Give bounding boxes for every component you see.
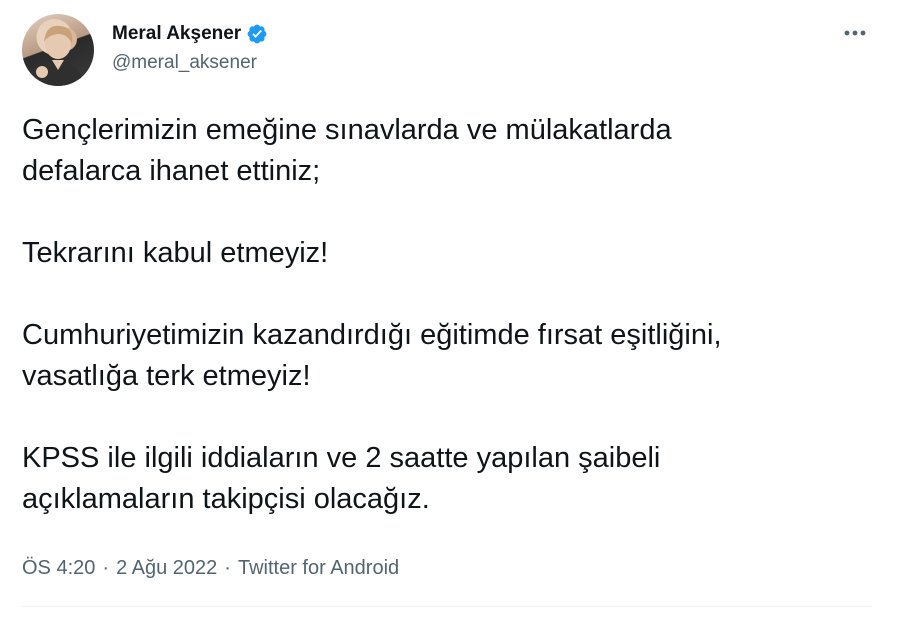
tweet-paragraph: Tekrarını kabul etmeyiz!	[22, 237, 329, 269]
tweet-metadata: ÖS 4:20 · 2 Ağu 2022 · Twitter for Andro…	[22, 557, 399, 580]
tweet-time[interactable]: ÖS 4:20	[22, 557, 95, 580]
more-horizontal-icon[interactable]	[838, 22, 872, 44]
author-display-name[interactable]: Meral Akşener	[112, 23, 241, 45]
tweet-text: Gençlerimizin emeğine sınavlarda ve müla…	[22, 110, 882, 520]
tweet-paragraph: Gençlerimizin emeğine sınavlarda ve müla…	[22, 114, 672, 187]
separator-dot: ·	[102, 557, 110, 579]
author-name-row: Meral Akşener	[112, 22, 268, 46]
tweet-paragraph: KPSS ile ilgili iddiaların ve 2 saatte y…	[22, 442, 661, 515]
author-handle[interactable]: @meral_aksener	[112, 52, 257, 74]
verified-badge-icon	[246, 23, 268, 45]
separator-dot: ·	[224, 557, 231, 579]
tweet-card: Meral Akşener @meral_aksener Gençlerimiz…	[0, 0, 922, 619]
tweet-paragraph: Cumhuriyetimizin kazandırdığı eğitimde f…	[22, 319, 722, 392]
tweet-source-link[interactable]: Twitter for Android	[238, 557, 399, 580]
tweet-date[interactable]: 2 Ağu 2022	[116, 557, 217, 580]
divider	[22, 606, 872, 607]
avatar[interactable]	[22, 14, 94, 86]
